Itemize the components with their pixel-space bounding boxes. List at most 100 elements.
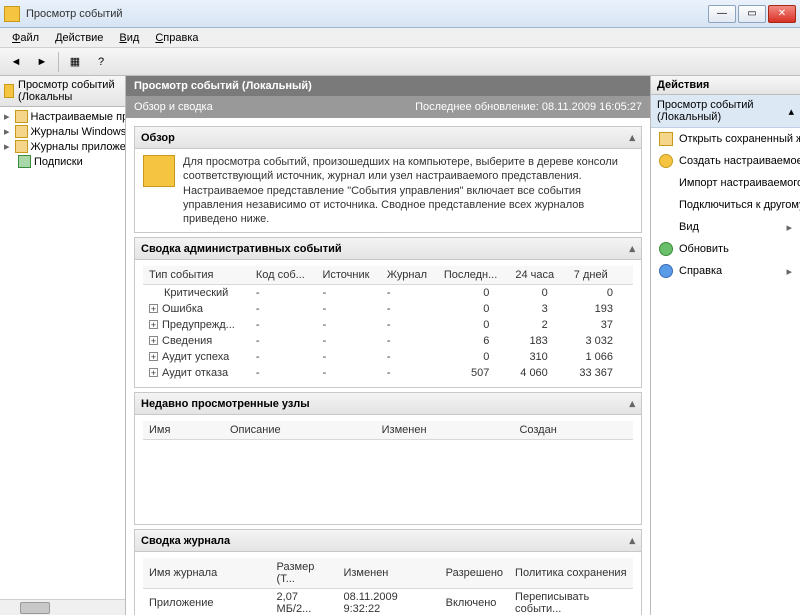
actions-context-label: Просмотр событий (Локальный)	[657, 99, 788, 123]
log-summary-body: Имя журналаРазмер (Т...ИзмененРазрешеноП…	[135, 552, 641, 615]
column-header[interactable]: Описание	[224, 421, 376, 440]
expand-icon[interactable]: +	[149, 320, 158, 329]
column-header[interactable]: Журнал	[381, 266, 438, 285]
table-row[interactable]: +Сведения---61833 032	[143, 333, 633, 349]
tree-item-label: Журналы приложений и с	[31, 141, 126, 153]
column-header[interactable]: Размер (Т...	[271, 558, 338, 589]
collapse-icon[interactable]: ▴	[629, 131, 635, 144]
action-item[interactable]: Подключиться к другому ком...	[651, 194, 800, 216]
admin-summary-table: Тип событияКод соб...ИсточникЖурналПосле…	[143, 266, 633, 381]
expand-icon[interactable]: +	[149, 304, 158, 313]
table-row[interactable]: +Ошибка---03193	[143, 301, 633, 317]
recent-nodes-table: ИмяОписаниеИзмененСоздан	[143, 421, 633, 440]
action-item[interactable]: Импорт настраиваемого пред...	[651, 172, 800, 194]
expand-icon[interactable]: +	[149, 368, 158, 377]
tree-root-label: Просмотр событий (Локальны	[18, 79, 121, 103]
collapse-icon[interactable]: ▴	[629, 534, 635, 547]
app-icon	[4, 6, 20, 22]
tree-item[interactable]: ▸Настраиваемые представл	[14, 109, 125, 124]
collapse-icon[interactable]: ▴	[629, 242, 635, 255]
admin-summary-body: Тип событияКод соб...ИсточникЖурналПосле…	[135, 260, 641, 387]
tree-item-label: Настраиваемые представл	[31, 111, 126, 123]
content-subtitle: Обзор и сводка	[134, 101, 213, 113]
menu-help[interactable]: Справка	[147, 30, 206, 46]
admin-summary-header: Сводка административных событий ▴	[135, 238, 641, 260]
forward-button[interactable]: ►	[30, 51, 54, 73]
minimize-button[interactable]: —	[708, 5, 736, 23]
tree-item[interactable]: Подписки	[14, 154, 125, 169]
expand-icon[interactable]: +	[149, 352, 158, 361]
action-label: Справка	[679, 265, 722, 277]
expand-icon[interactable]: ▸	[4, 110, 10, 123]
main-layout: Просмотр событий (Локальны ▸Настраиваемы…	[0, 76, 800, 615]
tree-scrollbar[interactable]	[0, 599, 126, 615]
actions-title: Действия	[651, 76, 800, 95]
column-header[interactable]: Имя	[143, 421, 224, 440]
column-header[interactable]: Код соб...	[250, 266, 317, 285]
tree-item-label: Подписки	[34, 156, 83, 168]
window-title: Просмотр событий	[26, 8, 708, 20]
toolbar-btn-1[interactable]: ▦	[63, 51, 87, 73]
folder-icon	[15, 110, 28, 123]
content-body: Обзор ▴ Для просмотра событий, произошед…	[126, 118, 650, 615]
toolbar: ◄ ► ▦ ?	[0, 48, 800, 76]
column-header[interactable]: Разрешено	[440, 558, 509, 589]
column-header[interactable]: Источник	[316, 266, 380, 285]
action-item[interactable]: Создать настраиваемое предс...	[651, 150, 800, 172]
chevron-up-icon[interactable]: ▴	[788, 105, 794, 118]
column-header[interactable]: Изменен	[376, 421, 514, 440]
column-header[interactable]: Создан	[513, 421, 633, 440]
back-button[interactable]: ◄	[4, 51, 28, 73]
chevron-right-icon: ▸	[786, 265, 792, 278]
tree-root[interactable]: Просмотр событий (Локальны	[0, 76, 125, 107]
column-header[interactable]: Политика сохранения	[509, 558, 633, 589]
open-icon	[659, 132, 673, 146]
column-header[interactable]: 24 часа	[509, 266, 567, 285]
action-label: Вид	[679, 221, 699, 233]
column-header[interactable]: Тип события	[143, 266, 250, 285]
refresh-icon	[659, 242, 673, 256]
event-viewer-icon	[4, 84, 14, 98]
action-label: Открыть сохраненный журнал...	[679, 133, 800, 145]
overview-text: Для просмотра событий, произошедших на к…	[183, 155, 633, 226]
menu-view[interactable]: Вид	[111, 30, 147, 46]
column-header[interactable]: 7 дней	[568, 266, 633, 285]
action-item[interactable]: Справка ▸	[651, 260, 800, 282]
recent-nodes-header: Недавно просмотренные узлы ▴	[135, 393, 641, 415]
action-item[interactable]: Открыть сохраненный журнал...	[651, 128, 800, 150]
table-row[interactable]: +Аудит отказа---5074 06033 367	[143, 365, 633, 381]
table-row[interactable]: Приложение2,07 МБ/2...08.11.2009 9:32:22…	[143, 589, 633, 615]
expand-icon[interactable]: ▸	[4, 125, 10, 138]
content-subheader: Обзор и сводка Последнее обновление: 08.…	[126, 96, 650, 118]
action-item[interactable]: Вид ▸	[651, 216, 800, 238]
collapse-icon[interactable]: ▴	[629, 397, 635, 410]
menu-action[interactable]: Действие	[47, 30, 111, 46]
close-button[interactable]: ✕	[768, 5, 796, 23]
tree-item[interactable]: ▸Журналы приложений и с	[14, 139, 125, 154]
log-summary-title: Сводка журнала	[141, 535, 230, 547]
action-label: Подключиться к другому ком...	[679, 199, 800, 211]
tree-item[interactable]: ▸Журналы Windows	[14, 124, 125, 139]
table-row[interactable]: +Предупрежд...---0237	[143, 317, 633, 333]
action-item[interactable]: Обновить	[651, 238, 800, 260]
last-update: Последнее обновление: 08.11.2009 16:05:2…	[415, 101, 642, 113]
column-header[interactable]: Изменен	[337, 558, 439, 589]
expand-icon[interactable]: ▸	[4, 140, 10, 153]
maximize-button[interactable]: ▭	[738, 5, 766, 23]
expand-icon[interactable]: +	[149, 336, 158, 345]
admin-summary-title: Сводка административных событий	[141, 243, 342, 255]
overview-icon	[143, 155, 175, 187]
column-header[interactable]: Имя журнала	[143, 558, 271, 589]
table-row[interactable]: +Аудит успеха---03101 066	[143, 349, 633, 365]
create-icon	[659, 154, 673, 168]
overview-header: Обзор ▴	[135, 127, 641, 149]
table-row[interactable]: Критический---000	[143, 285, 633, 302]
recent-nodes-body: ИмяОписаниеИзмененСоздан	[135, 415, 641, 524]
help-icon[interactable]: ?	[89, 51, 113, 73]
folder-icon	[15, 125, 28, 138]
menu-file[interactable]: Файл	[4, 30, 47, 46]
view-icon	[659, 220, 673, 234]
column-header[interactable]: Последн...	[438, 266, 510, 285]
admin-summary-panel: Сводка административных событий ▴ Тип со…	[134, 237, 642, 388]
chevron-right-icon: ▸	[786, 221, 792, 234]
